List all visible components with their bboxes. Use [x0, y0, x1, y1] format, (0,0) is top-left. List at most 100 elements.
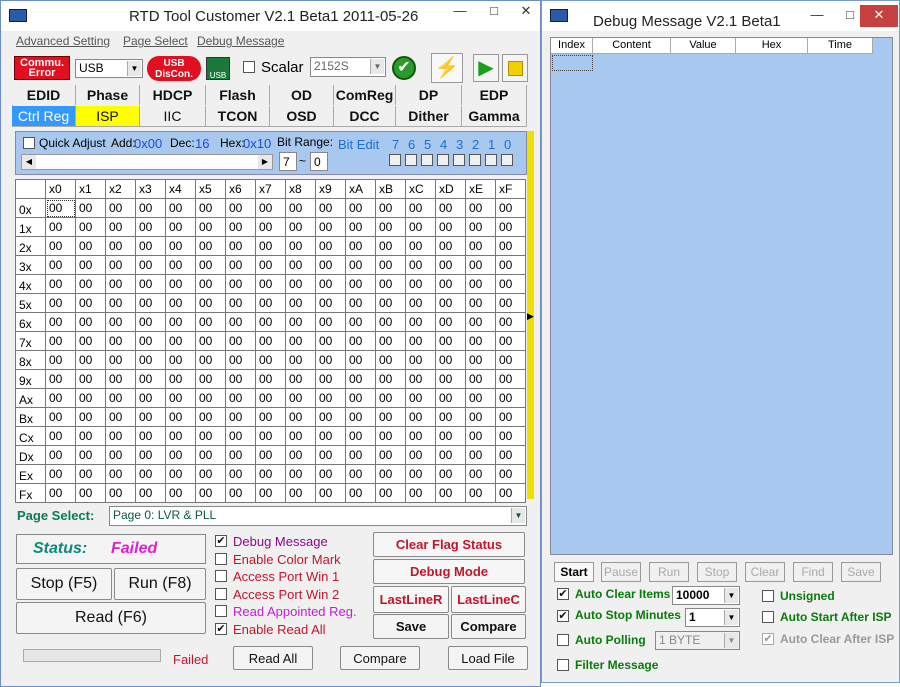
- grid-cell[interactable]: 00: [435, 407, 466, 427]
- grid-cell[interactable]: 00: [375, 350, 406, 370]
- grid-cell[interactable]: 00: [255, 331, 286, 351]
- grid-cell[interactable]: 00: [75, 388, 106, 408]
- grid-cell[interactable]: 00: [195, 483, 226, 503]
- grid-cell[interactable]: 00: [465, 350, 496, 370]
- grid-cell[interactable]: 00: [435, 255, 466, 275]
- grid-cell[interactable]: 00: [195, 217, 226, 237]
- grid-cell[interactable]: 00: [465, 293, 496, 313]
- grid-cell[interactable]: 00: [405, 293, 436, 313]
- grid-cell[interactable]: 00: [105, 350, 136, 370]
- grid-cell[interactable]: 00: [405, 331, 436, 351]
- bit-edit-checkbox[interactable]: [421, 154, 433, 166]
- tab-edid[interactable]: EDID: [12, 85, 76, 105]
- debug-save-button[interactable]: Save: [841, 562, 881, 582]
- grid-cell[interactable]: 00: [105, 369, 136, 389]
- grid-cell[interactable]: 00: [75, 293, 106, 313]
- grid-cell[interactable]: 00: [345, 236, 376, 256]
- grid-cell[interactable]: 00: [345, 198, 376, 218]
- grid-cell[interactable]: 00: [195, 255, 226, 275]
- bit-edit-checkbox[interactable]: [389, 154, 401, 166]
- grid-cell[interactable]: 00: [495, 255, 526, 275]
- grid-cell[interactable]: 00: [495, 331, 526, 351]
- debug-start-button[interactable]: Start: [554, 562, 594, 582]
- grid-cell[interactable]: 00: [165, 217, 196, 237]
- grid-cell[interactable]: 00: [135, 464, 166, 484]
- grid-cell[interactable]: 00: [345, 293, 376, 313]
- grid-cell[interactable]: 00: [315, 426, 346, 446]
- grid-cell[interactable]: 00: [315, 350, 346, 370]
- grid-cell[interactable]: 00: [345, 312, 376, 332]
- debug-column-header[interactable]: Value: [671, 38, 736, 54]
- debug-column-header[interactable]: Content: [593, 38, 671, 54]
- grid-cell[interactable]: 00: [405, 445, 436, 465]
- grid-cell[interactable]: 00: [435, 350, 466, 370]
- grid-cell[interactable]: 00: [225, 198, 256, 218]
- grid-cell[interactable]: 00: [135, 255, 166, 275]
- grid-cell[interactable]: 00: [285, 388, 316, 408]
- grid-cell[interactable]: 00: [135, 426, 166, 446]
- grid-cell[interactable]: 00: [435, 312, 466, 332]
- grid-cell[interactable]: 00: [225, 236, 256, 256]
- grid-cell[interactable]: 00: [135, 274, 166, 294]
- auto-stop-minutes-select[interactable]: 1 ▼: [685, 608, 740, 627]
- grid-cell[interactable]: 00: [255, 369, 286, 389]
- grid-cell[interactable]: 00: [315, 388, 346, 408]
- grid-cell[interactable]: 00: [195, 388, 226, 408]
- menu-page-select[interactable]: Page Select: [123, 34, 188, 48]
- grid-cell[interactable]: 00: [465, 198, 496, 218]
- quick-adjust-checkbox[interactable]: [23, 137, 35, 149]
- auto-clear-items-checkbox[interactable]: ✔: [557, 588, 569, 600]
- grid-cell[interactable]: 00: [45, 255, 76, 275]
- stop-button[interactable]: Stop (F5): [16, 568, 112, 600]
- grid-cell[interactable]: 00: [45, 350, 76, 370]
- grid-cell[interactable]: 00: [135, 331, 166, 351]
- grid-cell[interactable]: 00: [105, 217, 136, 237]
- grid-cell[interactable]: 00: [225, 388, 256, 408]
- grid-cell[interactable]: 00: [195, 312, 226, 332]
- option-checkbox[interactable]: [215, 552, 227, 565]
- grid-cell[interactable]: 00: [135, 369, 166, 389]
- usb-disconnect-button[interactable]: USB DisCon.: [147, 56, 201, 81]
- grid-cell[interactable]: 00: [165, 255, 196, 275]
- grid-cell[interactable]: 00: [435, 445, 466, 465]
- last-line-r-button[interactable]: LastLineR: [373, 586, 449, 613]
- grid-cell[interactable]: 00: [75, 350, 106, 370]
- grid-cell[interactable]: 00: [405, 217, 436, 237]
- option-checkbox[interactable]: ✔: [215, 622, 227, 635]
- grid-cell[interactable]: 00: [195, 369, 226, 389]
- grid-cell[interactable]: 00: [375, 331, 406, 351]
- grid-cell[interactable]: 00: [345, 426, 376, 446]
- grid-cell[interactable]: 00: [285, 350, 316, 370]
- grid-cell[interactable]: 00: [165, 331, 196, 351]
- compare-file-button[interactable]: Compare: [340, 646, 420, 670]
- tab-tcon[interactable]: TCON: [206, 106, 270, 126]
- grid-cell[interactable]: 00: [465, 483, 496, 503]
- tab-flash[interactable]: Flash: [206, 85, 270, 105]
- grid-cell[interactable]: 00: [465, 445, 496, 465]
- grid-cell[interactable]: 00: [105, 445, 136, 465]
- grid-cell[interactable]: 00: [135, 198, 166, 218]
- grid-cell[interactable]: 00: [405, 274, 436, 294]
- tab-od[interactable]: OD: [270, 85, 334, 105]
- grid-cell[interactable]: 00: [45, 236, 76, 256]
- grid-cell[interactable]: 00: [345, 483, 376, 503]
- grid-cell[interactable]: 00: [255, 483, 286, 503]
- grid-cell[interactable]: 00: [255, 274, 286, 294]
- grid-cell[interactable]: 00: [195, 426, 226, 446]
- grid-cell[interactable]: 00: [225, 312, 256, 332]
- grid-cell[interactable]: 00: [285, 255, 316, 275]
- grid-cell[interactable]: 00: [285, 369, 316, 389]
- grid-cell[interactable]: 00: [135, 217, 166, 237]
- grid-cell[interactable]: 00: [75, 331, 106, 351]
- expand-arrow-icon[interactable]: ▶: [527, 309, 535, 323]
- auto-clear-items-select[interactable]: 10000 ▼: [672, 586, 740, 605]
- play-icon[interactable]: ▶: [473, 54, 499, 82]
- grid-cell[interactable]: 00: [195, 293, 226, 313]
- grid-cell[interactable]: 00: [345, 388, 376, 408]
- tab-dp[interactable]: DP: [396, 85, 462, 105]
- debug-stop-button[interactable]: Stop: [697, 562, 737, 582]
- minimize-icon[interactable]: —: [443, 1, 477, 23]
- grid-cell[interactable]: 00: [255, 198, 286, 218]
- bit-edit-checkbox[interactable]: [485, 154, 497, 166]
- grid-cell[interactable]: 00: [105, 331, 136, 351]
